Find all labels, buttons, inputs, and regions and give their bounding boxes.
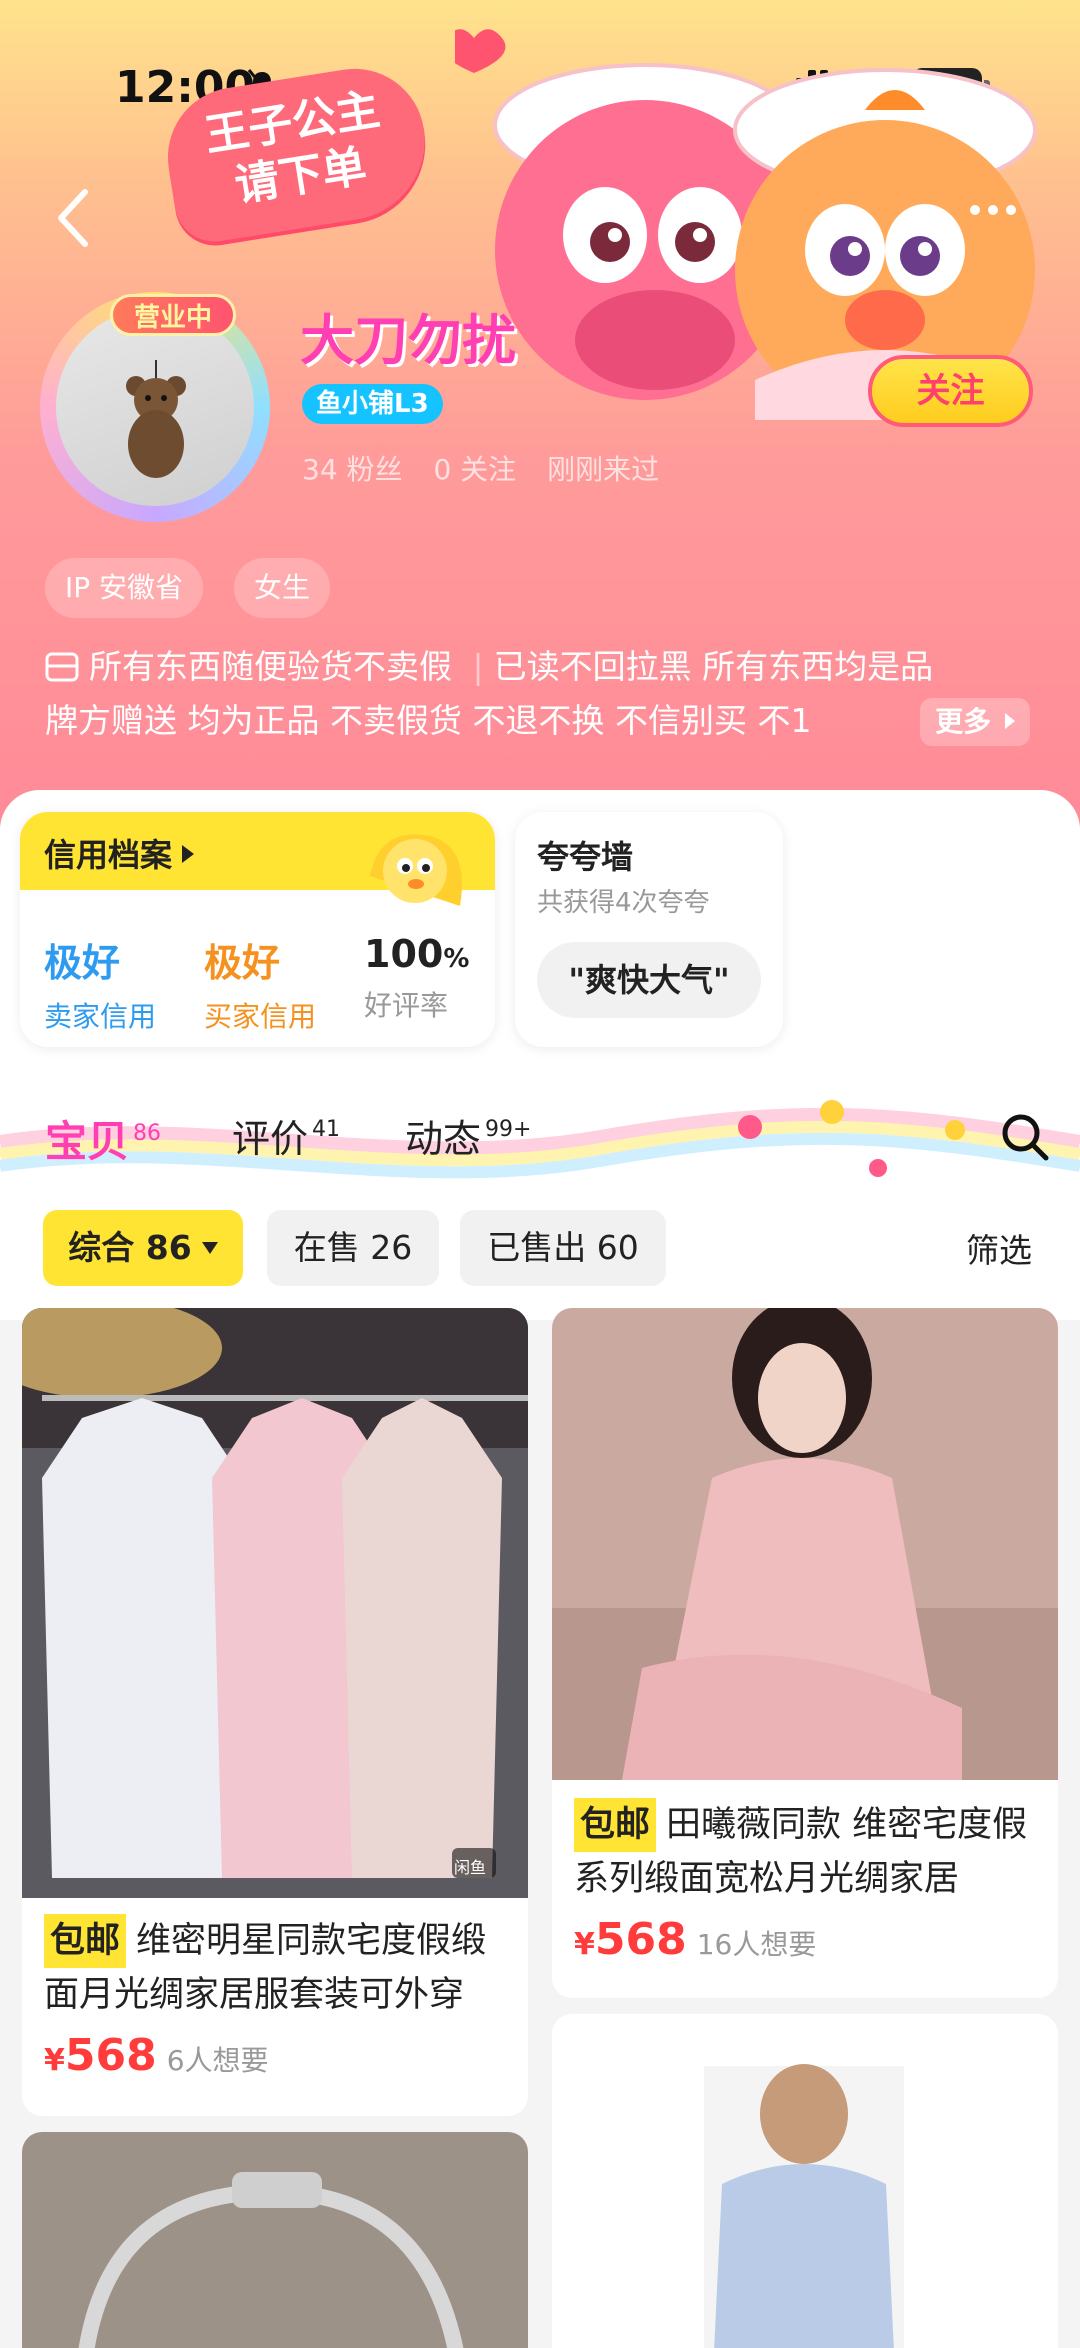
tab-bar: 宝贝 86 评价 41 动态 99+ (0, 1082, 1080, 1182)
positive-rate: 100% 好评率 (364, 932, 469, 1024)
product-title: 包邮 维密明星同款宅度假缎面月光绸家居服套装可外穿 (44, 1914, 504, 2022)
product-image (22, 2132, 528, 2348)
filter-button[interactable]: 筛选 (966, 1224, 1032, 1272)
fans-count[interactable]: 34 粉丝 (302, 453, 403, 486)
praise-title: 夸夸墙 (537, 838, 634, 876)
product-image (552, 2014, 1058, 2348)
shop-page: 12:00 5G 53 王子公主 请下单 (0, 0, 1080, 2348)
shop-stats: 34 粉丝 0 关注 刚刚来过 (302, 448, 681, 488)
product-card[interactable]: 包邮 田曦薇同款 维密宅度假系列缎面宽松月光绸家居 ¥568 16人想要 (552, 1308, 1058, 1998)
watermark: 闲鱼 (454, 1858, 487, 1877)
filter-sold[interactable]: 已售出 60 (460, 1210, 666, 1286)
caret-right-icon (1004, 713, 1015, 729)
tab-reviews-label: 评价 (232, 1117, 309, 1161)
open-status-badge: 营业中 (110, 294, 236, 336)
bio-text-2: 牌方赠送 均为正品 不卖假货 不退不换 不信别买 不1 (45, 701, 812, 740)
price-row: ¥568 16人想要 (574, 1914, 816, 1965)
positive-rate-unit: % (443, 944, 470, 974)
buyer-credit-value: 极好 (204, 941, 281, 985)
product-title: 包邮 田曦薇同款 维密宅度假系列缎面宽松月光绸家居 (574, 1798, 1034, 1906)
positive-rate-value: 100 (364, 932, 444, 976)
rainbow-decoration (0, 1100, 1080, 1179)
tab-posts-count: 99+ (485, 1117, 532, 1142)
seller-credit-label: 卖家信用 (44, 1000, 157, 1033)
follow-button[interactable]: 关注 (868, 355, 1033, 427)
product-card[interactable] (22, 2132, 528, 2348)
tab-reviews[interactable]: 评价 41 (232, 1108, 340, 1163)
shop-bio: 所有东西随便验货不卖假 | 已读不回拉黑 所有东西均是品 牌方赠送 均为正品 不卖… (45, 640, 1045, 748)
shop-content: 信用档案 极好 卖家信用 极好 买家信用 100% 好评率 夸夸墙 共获得4次夸… (0, 790, 1080, 2348)
buyer-credit: 极好 买家信用 (204, 932, 316, 1035)
seller-credit: 极好 卖家信用 (44, 932, 156, 1035)
note-icon (45, 652, 79, 682)
product-price: 568 (594, 1914, 687, 1965)
gender-tag: 女生 (234, 558, 331, 618)
price-row: ¥568 6人想要 (44, 2030, 269, 2081)
tab-reviews-count: 41 (312, 1117, 341, 1142)
want-count: 6人想要 (166, 2044, 269, 2077)
shop-header: 12:00 5G 53 王子公主 请下单 (0, 0, 1080, 830)
search-icon[interactable] (998, 1110, 1052, 1164)
more-options-button[interactable] (970, 200, 1050, 240)
buyer-credit-label: 买家信用 (204, 1000, 317, 1033)
bio-text-1b: 已读不回拉黑 所有东西均是品 (493, 647, 934, 686)
seller-credit-value: 极好 (44, 941, 121, 985)
filter-on-sale[interactable]: 在售 26 (267, 1210, 439, 1286)
praise-wall-card[interactable]: 夸夸墙 共获得4次夸夸 "爽快大气" (515, 812, 783, 1047)
currency-symbol: ¥ (574, 1927, 595, 1962)
product-card[interactable] (552, 2014, 1058, 2348)
praise-count: 共获得4次夸夸 (537, 888, 710, 918)
currency-symbol: ¥ (44, 2043, 65, 2078)
tab-items-count: 86 (133, 1121, 162, 1146)
teddy-bear-image (126, 360, 186, 478)
shop-name: 大刀勿扰 (300, 309, 516, 372)
tab-items-label: 宝贝 (45, 1117, 130, 1166)
following-count[interactable]: 0 关注 (433, 453, 516, 486)
free-shipping-tag: 包邮 (44, 1914, 127, 1968)
product-image (552, 1308, 1058, 1780)
positive-rate-label: 好评率 (364, 989, 449, 1022)
product-price: 568 (64, 2030, 157, 2081)
tab-posts-label: 动态 (405, 1117, 482, 1161)
bio-more-label: 更多 (935, 705, 992, 738)
last-seen: 刚刚来过 (547, 453, 660, 486)
bio-text-1a: 所有东西随便验货不卖假 (89, 647, 452, 686)
want-count: 16人想要 (696, 1928, 817, 1961)
ip-location-tag: IP 安徽省 (45, 558, 204, 618)
product-image (22, 1308, 528, 1898)
praise-chip[interactable]: "爽快大气" (537, 942, 761, 1018)
filter-all[interactable]: 综合 86 (43, 1210, 243, 1286)
tab-posts[interactable]: 动态 99+ (405, 1108, 531, 1163)
free-shipping-tag: 包邮 (574, 1798, 657, 1852)
shop-level-badge[interactable]: 鱼小铺L3 (302, 384, 443, 424)
product-card[interactable]: 闲鱼 包邮 维密明星同款宅度假缎面月光绸家居服套装可外穿 ¥568 6人想要 (22, 1308, 528, 2116)
back-button[interactable] (45, 178, 105, 258)
credit-title: 信用档案 (44, 830, 194, 876)
credit-card[interactable]: 信用档案 极好 卖家信用 极好 买家信用 100% 好评率 (20, 812, 495, 1047)
bio-more-button[interactable]: 更多 (920, 698, 1030, 746)
filter-row: 综合 86 在售 26 已售出 60 筛选 (0, 1200, 1080, 1320)
tab-items[interactable]: 宝贝 86 (45, 1108, 161, 1169)
credit-mascot-icon (370, 834, 462, 906)
